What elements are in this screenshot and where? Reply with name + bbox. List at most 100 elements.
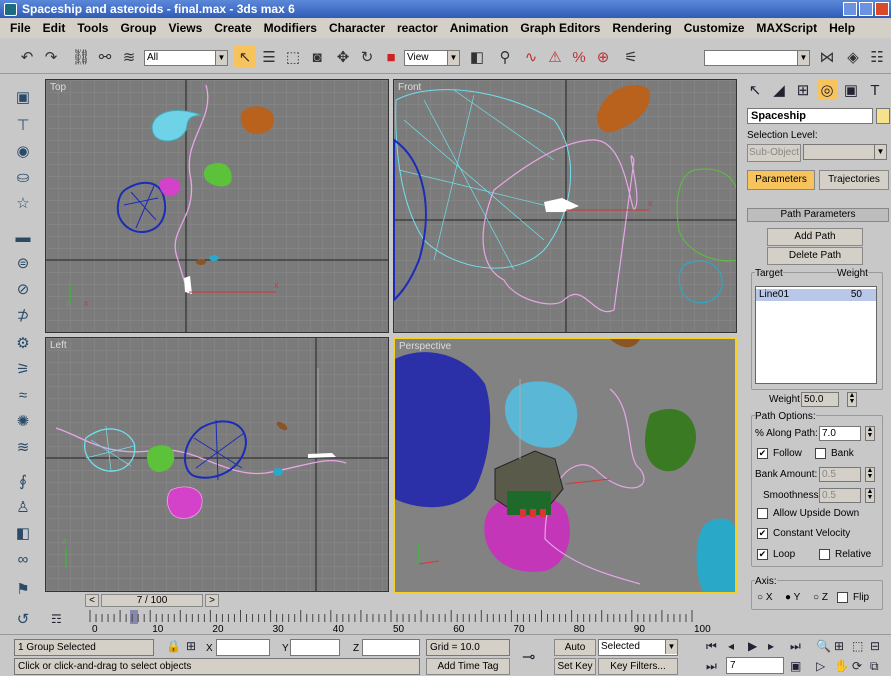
- constant-velocity-checkbox[interactable]: ✔: [757, 528, 768, 539]
- object-color-swatch[interactable]: [876, 108, 890, 124]
- menu-animation[interactable]: Animation: [444, 21, 515, 35]
- pivot-center-icon[interactable]: ◧: [466, 46, 488, 68]
- edit-named-selection-icon[interactable]: ⚟: [620, 46, 642, 68]
- undo-icon[interactable]: ↶: [16, 46, 38, 68]
- rotate-icon[interactable]: ↻: [356, 46, 378, 68]
- menu-file[interactable]: File: [4, 21, 37, 35]
- smoothness-spinner-arrows[interactable]: ▲ ▼: [865, 488, 875, 503]
- tube-icon[interactable]: ⊤: [12, 114, 34, 136]
- smoothness-spinner[interactable]: 0.5: [819, 488, 861, 503]
- axis-y-radio[interactable]: ● Y: [785, 592, 800, 603]
- sub-object-dropdown[interactable]: ▼: [803, 144, 887, 160]
- key-mode-toggle-icon[interactable]: ⏭: [706, 659, 717, 674]
- select-object-icon[interactable]: ↖: [234, 46, 256, 68]
- lock-selection-icon[interactable]: 🔒: [166, 639, 181, 653]
- plane-icon[interactable]: ▬: [12, 226, 34, 248]
- z-coordinate-field[interactable]: [362, 639, 420, 656]
- layer-manager-icon[interactable]: ☷: [866, 46, 888, 68]
- time-slider-prev-button[interactable]: <: [85, 594, 99, 607]
- select-link-icon[interactable]: ⛓: [70, 46, 92, 68]
- current-frame-field[interactable]: 7: [726, 657, 784, 674]
- time-slider-next-button[interactable]: >: [205, 594, 219, 607]
- go-to-start-icon[interactable]: ⏮: [706, 639, 717, 654]
- track-bar[interactable]: 0 10 20 30 40 50 60 70 80 90 100 ☶: [45, 608, 737, 635]
- set-key-button[interactable]: Set Key: [554, 658, 596, 675]
- key-mode-dropdown[interactable]: Selected ▼: [598, 639, 678, 656]
- box-icon[interactable]: ▣: [12, 86, 34, 108]
- key-filters-button[interactable]: Key Filters...: [598, 658, 678, 675]
- viewport-left[interactable]: Left z: [45, 337, 389, 592]
- mirror-icon[interactable]: ⋈: [816, 46, 838, 68]
- menu-views[interactable]: Views: [162, 21, 208, 35]
- redo-icon[interactable]: ↷: [40, 46, 62, 68]
- menu-create[interactable]: Create: [208, 21, 257, 35]
- axis-x-radio[interactable]: ○ X: [757, 592, 773, 603]
- next-frame-icon[interactable]: ▸: [768, 639, 774, 653]
- teapot-icon[interactable]: ⛀: [12, 166, 34, 188]
- loop-checkbox[interactable]: ✔: [757, 549, 768, 560]
- modify-tab-icon[interactable]: ◢: [769, 80, 789, 100]
- field-of-view-icon[interactable]: ▷: [816, 659, 825, 673]
- bank-amount-spinner-arrows[interactable]: ▲ ▼: [865, 467, 875, 482]
- align-icon[interactable]: ◈: [842, 46, 864, 68]
- auto-key-button[interactable]: Auto Key: [554, 639, 596, 669]
- menu-tools[interactable]: Tools: [71, 21, 114, 35]
- weight-spinner-arrows[interactable]: ▲ ▼: [847, 392, 857, 407]
- sphere-icon[interactable]: ◉: [12, 140, 34, 162]
- sub-object-button[interactable]: Sub-Object: [747, 144, 801, 162]
- cylinder-icon[interactable]: ⊜: [12, 252, 34, 274]
- delete-path-button[interactable]: Delete Path: [767, 247, 863, 265]
- target-row[interactable]: Line01 50: [756, 289, 876, 301]
- trajectories-tab[interactable]: Trajectories: [819, 170, 889, 190]
- bank-amount-spinner[interactable]: 0.5: [819, 467, 861, 482]
- add-time-tag-button[interactable]: Add Time Tag: [426, 658, 510, 675]
- spiral-icon[interactable]: ↺: [12, 608, 34, 630]
- weight-spinner[interactable]: 50.0: [801, 392, 839, 407]
- menu-help[interactable]: Help: [823, 21, 861, 35]
- lathe-icon[interactable]: ⊅: [12, 304, 34, 326]
- menu-group[interactable]: Group: [114, 21, 162, 35]
- rope-icon[interactable]: ∮: [12, 470, 34, 492]
- axis-z-radio[interactable]: ○ Z: [813, 592, 828, 603]
- flag-icon[interactable]: ⚑: [12, 578, 34, 600]
- orbit-icon[interactable]: ⟳: [852, 659, 862, 673]
- viewport-perspective[interactable]: Perspective: [393, 337, 737, 594]
- rectangular-selection-icon[interactable]: ⬚: [282, 46, 304, 68]
- follow-checkbox[interactable]: ✔: [757, 448, 768, 459]
- move-icon[interactable]: ✥: [332, 46, 354, 68]
- bank-checkbox[interactable]: [815, 448, 826, 459]
- window-crossing-icon[interactable]: ◙: [306, 46, 328, 68]
- x-coordinate-field[interactable]: [216, 639, 270, 656]
- zoom-extents-icon[interactable]: ⬚: [852, 639, 863, 653]
- menu-edit[interactable]: Edit: [37, 21, 72, 35]
- time-configuration-icon[interactable]: ▣: [790, 659, 801, 673]
- target-list[interactable]: Line01 50: [755, 286, 877, 384]
- scale-icon[interactable]: ■: [380, 46, 402, 68]
- percent-snap-icon[interactable]: %: [568, 46, 590, 68]
- add-path-button[interactable]: Add Path: [767, 228, 863, 246]
- maximize-viewport-icon[interactable]: ⧉: [870, 659, 879, 674]
- key-icon[interactable]: ⊸: [522, 647, 535, 667]
- display-tab-icon[interactable]: ▣: [841, 80, 861, 100]
- gear-icon[interactable]: ⚙: [12, 332, 34, 354]
- biped-icon[interactable]: ♙: [12, 496, 34, 518]
- path-parameters-rollout[interactable]: Path Parameters: [747, 208, 889, 222]
- snap-3d-icon[interactable]: ∿: [520, 46, 542, 68]
- go-to-end-icon[interactable]: ⏭: [790, 639, 801, 654]
- unlink-icon[interactable]: ⚯: [94, 46, 116, 68]
- select-manipulate-icon[interactable]: ⚲: [494, 46, 516, 68]
- chain-icon[interactable]: ∞: [12, 548, 34, 570]
- utilities-tab-icon[interactable]: T: [865, 80, 885, 100]
- menu-graph-editors[interactable]: Graph Editors: [514, 21, 606, 35]
- wind-icon[interactable]: ≈: [12, 384, 34, 406]
- previous-frame-icon[interactable]: ◂: [728, 639, 734, 653]
- parameters-tab[interactable]: Parameters: [747, 170, 815, 190]
- create-tab-icon[interactable]: ↖: [745, 80, 765, 100]
- reference-coordinate-dropdown[interactable]: View ▼: [404, 50, 460, 66]
- flip-checkbox[interactable]: [837, 592, 848, 603]
- selection-filter-dropdown[interactable]: All ▼: [144, 50, 228, 66]
- bones-icon[interactable]: ⚞: [12, 358, 34, 380]
- viewport-top[interactable]: Top x x z: [45, 79, 389, 333]
- play-icon[interactable]: ▶: [748, 639, 757, 653]
- named-selection-dropdown[interactable]: ▼: [704, 50, 810, 66]
